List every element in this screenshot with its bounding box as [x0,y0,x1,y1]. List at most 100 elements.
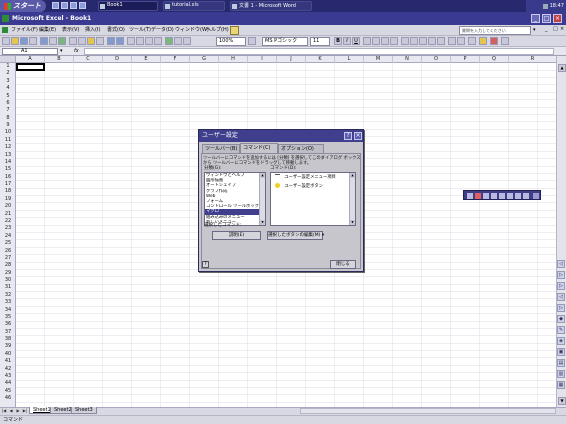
print-preview-icon[interactable] [49,37,57,45]
help-dropdown-arrow-icon[interactable]: ▾ [533,27,536,33]
row-header[interactable]: 32 [0,292,16,299]
side-task-icon-10[interactable]: ▤ [557,359,565,367]
drawing-icon[interactable] [174,37,182,45]
scroll-up-icon[interactable]: ▲ [350,173,355,178]
start-button[interactable]: スタート [0,0,46,12]
autosum-icon[interactable] [136,37,144,45]
menu-data[interactable]: データ(D) [150,26,175,35]
row-header[interactable]: 12 [0,144,16,151]
row-header[interactable]: 11 [0,137,16,144]
column-header[interactable]: R [509,56,557,63]
increase-indent-icon[interactable] [457,37,465,45]
undo-icon[interactable] [107,37,115,45]
sheet-tab-3[interactable]: Sheet3 [71,407,97,414]
bold-icon[interactable]: B [334,37,342,45]
float-tool-icon-3[interactable] [483,193,489,199]
column-header[interactable]: P [451,56,480,63]
row-header[interactable]: 36 [0,321,16,328]
paste-icon[interactable] [87,37,95,45]
scroll-down-icon[interactable]: ▼ [558,397,566,405]
first-sheet-icon[interactable]: |◀ [1,408,7,414]
borders-icon[interactable] [468,37,476,45]
new-icon[interactable] [2,37,10,45]
column-header[interactable]: G [190,56,219,63]
tab-toolbars[interactable]: ツールバー(B) [202,144,240,153]
float-tool-icon-5[interactable] [499,193,505,199]
row-header[interactable]: 29 [0,270,16,277]
float-tool-icon-4[interactable] [491,193,497,199]
sort-ascending-icon[interactable] [145,37,153,45]
tab-options[interactable]: オプション(O) [278,144,324,153]
taskbar-item-word[interactable]: 文書 1 - Microsoft Word [230,1,312,11]
row-header[interactable]: 40 [0,351,16,358]
side-task-icon-3[interactable]: ▷ [557,282,565,290]
quicklaunch-media-icon[interactable] [79,2,86,9]
cut-icon[interactable] [69,37,77,45]
float-record-icon[interactable] [475,193,481,199]
zoom-select[interactable]: 100% [216,37,246,46]
font-color-icon[interactable] [490,37,498,45]
chart-wizard-icon[interactable] [165,37,173,45]
commands-list[interactable]: ユーザー設定メニュー項目 ユーザー設定ボタン ▲ ▼ [270,172,356,226]
column-header[interactable]: A [16,56,45,63]
row-header[interactable]: 38 [0,336,16,343]
modify-selection-button[interactable]: 選択したボタンの編集(M) ▾ [267,231,324,240]
row-header[interactable]: 21 [0,211,16,218]
highlighted-menu-button[interactable] [230,26,239,35]
row-header[interactable]: 4 [0,85,16,92]
open-icon[interactable] [11,37,19,45]
side-task-icon-11[interactable]: ▥ [557,370,565,378]
scroll-down-icon[interactable]: ▼ [350,220,355,225]
row-header[interactable]: 30 [0,277,16,284]
float-tool-icon-7[interactable] [515,193,521,199]
permission-icon[interactable] [29,37,37,45]
row-header[interactable]: 31 [0,284,16,291]
menu-edit[interactable]: 編集(E) [38,26,57,35]
commands-scrollbar[interactable]: ▲ ▼ [349,173,355,225]
column-header[interactable]: K [306,56,335,63]
column-header[interactable]: E [132,56,161,63]
menu-insert[interactable]: 挿入(I) [84,26,101,35]
side-task-icon-6[interactable]: ◆ [557,315,565,323]
row-header[interactable]: 19 [0,196,16,203]
row-header[interactable]: 8 [0,115,16,122]
float-close-icon[interactable] [533,193,539,199]
side-task-icon-8[interactable]: ◈ [557,337,565,345]
currency-icon[interactable] [401,37,409,45]
row-header[interactable]: 24 [0,233,16,240]
increase-decimal-icon[interactable] [428,37,436,45]
row-header[interactable]: 2 [0,70,16,77]
close-window-button[interactable]: × [553,14,562,23]
row-header[interactable]: 5 [0,93,16,100]
row-header[interactable]: 9 [0,122,16,129]
describe-button[interactable]: 説明(E) [212,231,261,240]
quicklaunch-browser-icon[interactable] [61,2,68,9]
row-header[interactable]: 7 [0,107,16,114]
row-header[interactable]: 25 [0,240,16,247]
tray-ime-icon[interactable] [542,3,548,9]
comma-style-icon[interactable] [419,37,427,45]
side-task-icon-9[interactable]: ▣ [557,348,565,356]
row-header[interactable]: 13 [0,152,16,159]
dialog-title-bar[interactable]: ユーザー設定 [199,130,363,142]
italic-icon[interactable]: I [343,37,351,45]
row-header[interactable]: 39 [0,343,16,350]
menu-help[interactable]: ヘルプ(H) [205,26,230,35]
font-size-select[interactable]: 11 [310,37,330,46]
row-header[interactable]: 43 [0,373,16,380]
save-icon[interactable] [20,37,28,45]
side-task-icon-2[interactable]: ▷ [557,271,565,279]
help-icon[interactable] [183,37,191,45]
help-circle-icon[interactable] [248,37,256,45]
workbook-minimize-button[interactable]: _ [545,26,548,32]
taskbar-item-tutorial[interactable]: tutorial.xls [163,1,225,11]
command-item-custom-menu[interactable]: ユーザー設定メニュー項目 [271,173,355,182]
percent-icon[interactable] [410,37,418,45]
row-header[interactable]: 3 [0,78,16,85]
category-scrollbar[interactable]: ▲ ▼ [259,173,265,225]
column-header[interactable]: O [422,56,451,63]
close-button[interactable]: 閉じる [330,260,356,269]
row-header[interactable]: 33 [0,299,16,306]
name-box[interactable]: A1 [2,48,58,55]
quicklaunch-desktop-icon[interactable] [52,2,59,9]
